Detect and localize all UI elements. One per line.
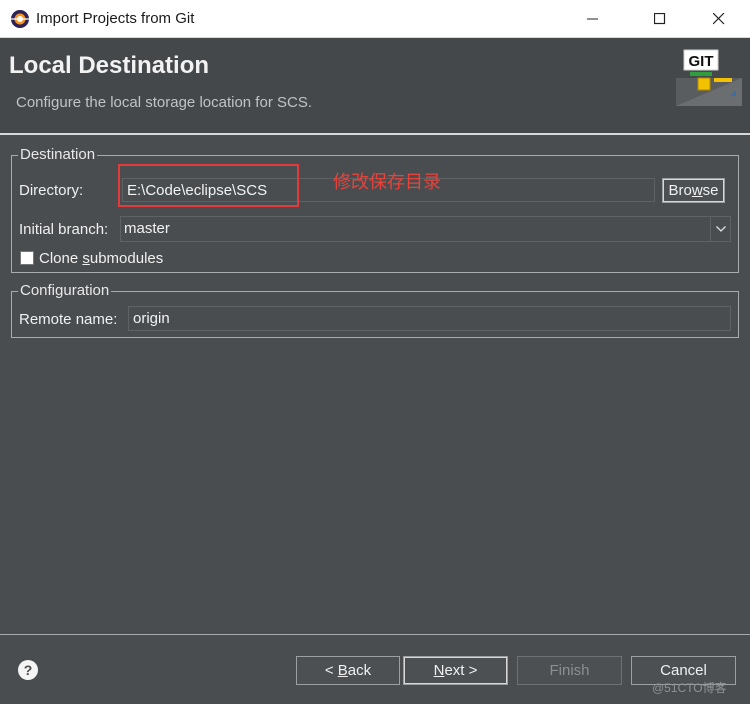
footer-divider (0, 634, 750, 635)
maximize-icon (654, 13, 666, 25)
close-icon (713, 13, 725, 25)
back-button[interactable]: < Back (296, 656, 400, 685)
remote-name-input[interactable] (128, 306, 731, 331)
page-description: Configure the local storage location for… (16, 94, 312, 111)
chevron-down-icon[interactable] (710, 217, 730, 241)
browse-button[interactable]: Browse (662, 178, 725, 203)
window-title: Import Projects from Git (36, 10, 195, 27)
help-icon[interactable]: ? (18, 660, 38, 680)
minimize-icon (587, 18, 598, 20)
minimize-button[interactable] (570, 0, 616, 38)
close-button[interactable] (696, 0, 742, 38)
svg-text:GIT: GIT (689, 53, 714, 70)
finish-button[interactable]: Finish (517, 656, 622, 685)
initial-branch-select[interactable]: master (120, 216, 731, 242)
directory-label: Directory: (19, 182, 84, 199)
wizard-header: Local Destination Configure the local st… (0, 38, 750, 133)
clone-submodules-checkbox[interactable] (20, 251, 34, 265)
clone-submodules-label: Clone submodules (39, 250, 164, 267)
destination-legend: Destination (18, 146, 98, 164)
annotation-text: 修改保存目录 (333, 172, 441, 193)
remote-name-label: Remote name: (19, 311, 118, 328)
initial-branch-value: master (124, 220, 170, 237)
watermark-text: @51CTO博客 (652, 681, 727, 695)
next-button[interactable]: Next > (403, 656, 508, 685)
eclipse-app-icon (11, 10, 29, 28)
maximize-button[interactable] (637, 0, 683, 38)
initial-branch-label: Initial branch: (19, 221, 109, 238)
title-bar: Import Projects from Git (0, 0, 750, 38)
header-divider (0, 133, 750, 135)
git-banner-icon: GIT (676, 49, 742, 106)
configuration-legend: Configuration (18, 282, 112, 300)
page-title: Local Destination (9, 52, 210, 79)
